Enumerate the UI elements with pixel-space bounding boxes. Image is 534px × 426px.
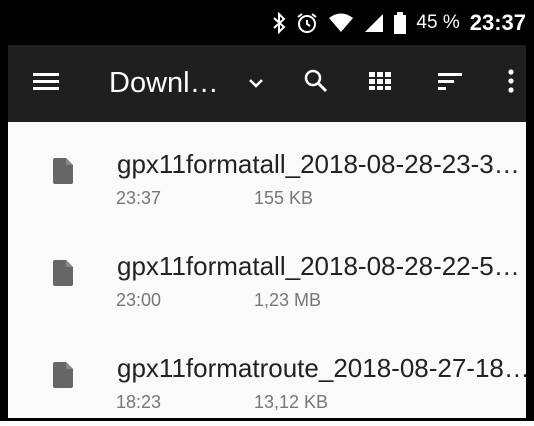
device-frame <box>0 0 534 421</box>
